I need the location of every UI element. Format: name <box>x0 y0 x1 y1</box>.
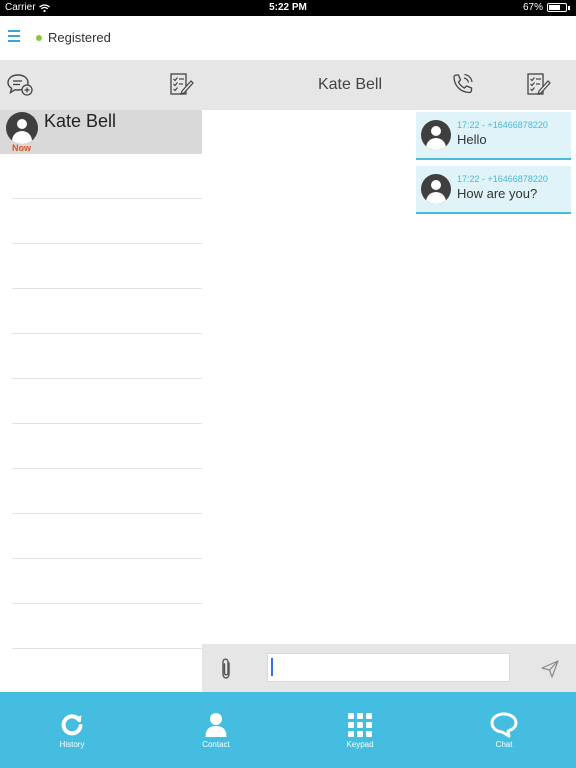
battery-fill <box>549 5 560 10</box>
list-divider <box>12 424 202 469</box>
phone-call-icon[interactable] <box>450 72 478 100</box>
list-divider <box>12 199 202 244</box>
list-divider <box>12 559 202 604</box>
checklist-edit-icon[interactable] <box>168 72 196 100</box>
checklist-edit-icon[interactable] <box>525 72 553 100</box>
tab-chat[interactable]: Chat <box>432 692 576 768</box>
paperclip-icon[interactable] <box>218 657 234 679</box>
avatar <box>421 120 451 150</box>
send-arrow-icon[interactable] <box>540 659 560 679</box>
text-caret <box>271 658 273 676</box>
message-input[interactable] <box>267 653 510 682</box>
list-divider <box>12 604 202 649</box>
bottom-tab-bar: History Contact Keypad Chat <box>0 692 576 768</box>
conversation-item[interactable]: Kate Bell Now <box>0 110 202 154</box>
battery-icon <box>547 3 567 12</box>
list-divider <box>12 514 202 559</box>
chat-bubble-icon <box>489 712 519 738</box>
list-divider <box>12 154 202 199</box>
empty-list-rows <box>12 154 202 694</box>
message-text: How are you? <box>457 186 538 201</box>
status-bar: Carrier 5:22 PM 67% <box>0 0 576 16</box>
tab-keypad[interactable]: Keypad <box>288 692 432 768</box>
conversation-time: Now <box>12 143 31 153</box>
message-text: Hello <box>457 132 487 147</box>
tab-label: Chat <box>495 740 513 749</box>
tab-history[interactable]: History <box>0 692 144 768</box>
list-divider <box>12 289 202 334</box>
hamburger-menu-icon[interactable] <box>8 30 24 44</box>
refresh-icon <box>57 712 87 738</box>
message-meta: 17:22 - +16466878220 <box>457 174 548 184</box>
registration-status-dot <box>36 35 42 41</box>
tab-label: History <box>59 740 85 749</box>
list-divider <box>12 379 202 424</box>
battery-indicator: 67% <box>523 2 570 13</box>
conversation-name: Kate Bell <box>44 111 117 131</box>
avatar <box>421 174 451 204</box>
chat-title: Kate Bell <box>317 76 383 93</box>
list-divider <box>12 244 202 289</box>
keypad-grid-icon <box>345 712 375 738</box>
tab-label: Contact <box>202 740 230 749</box>
list-divider <box>12 469 202 514</box>
person-icon <box>201 712 231 738</box>
message-bubble[interactable]: 17:22 - +16466878220 How are you? <box>416 166 571 214</box>
clock: 5:22 PM <box>269 2 307 13</box>
battery-tip <box>568 5 570 10</box>
registration-status-label: Registered <box>48 30 111 45</box>
message-bubble[interactable]: 17:22 - +16466878220 Hello <box>416 112 571 160</box>
message-meta: 17:22 - +16466878220 <box>457 120 548 130</box>
tab-label: Keypad <box>346 740 374 749</box>
list-divider <box>12 649 202 694</box>
avatar <box>6 112 38 144</box>
list-divider <box>12 334 202 379</box>
toolbar: Kate Bell <box>0 60 576 110</box>
tab-contact[interactable]: Contact <box>144 692 288 768</box>
registration-bar: Registered <box>0 16 576 60</box>
message-composer <box>202 644 576 692</box>
conversation-list: Kate Bell Now <box>0 110 202 694</box>
message-thread: 17:22 - +16466878220 Hello 17:22 - +1646… <box>202 110 576 644</box>
battery-percent: 67% <box>522 2 543 13</box>
new-chat-bubble-icon[interactable] <box>6 72 34 100</box>
